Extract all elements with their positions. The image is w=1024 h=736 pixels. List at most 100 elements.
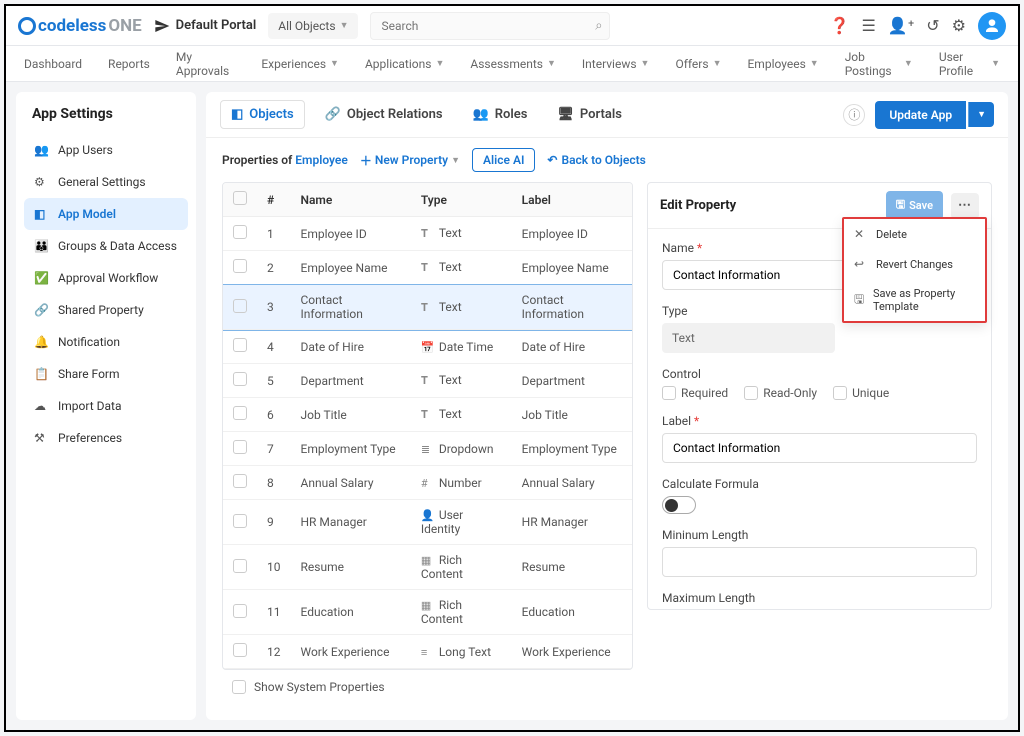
menu-save-as-property-template[interactable]: 🖫Save as Property Template xyxy=(844,279,985,321)
table-row[interactable]: 3Contact Information𝐓TextContact Informa… xyxy=(223,285,632,330)
search-box: ⌕ xyxy=(370,12,610,40)
type-readonly: Text xyxy=(662,323,835,353)
sidebar-item-groups-data-access[interactable]: 👪Groups & Data Access xyxy=(24,230,188,262)
link-icon: 🔗 xyxy=(325,107,341,122)
sidebar-item-preferences[interactable]: ⚒Preferences xyxy=(24,422,188,454)
control-unique[interactable]: Unique xyxy=(833,386,889,400)
settings-icon[interactable]: ⚙ xyxy=(952,16,966,35)
show-sys-checkbox[interactable] xyxy=(232,680,246,694)
table-row[interactable]: 7Employment Type≣DropdownEmployment Type xyxy=(223,432,632,466)
undo-icon: ↩ xyxy=(854,257,868,271)
row-checkbox[interactable] xyxy=(233,474,247,488)
row-checkbox[interactable] xyxy=(233,604,247,618)
help-icon[interactable]: ❓ xyxy=(830,16,850,35)
tab-roles[interactable]: 👥Roles xyxy=(463,100,538,129)
row-checkbox[interactable] xyxy=(233,440,247,454)
table-row[interactable]: 12Work Experience≡Long TextWork Experien… xyxy=(223,635,632,669)
tab-object-relations[interactable]: 🔗Object Relations xyxy=(315,100,453,129)
info-icon[interactable]: ⓘ xyxy=(843,104,865,126)
cloud-up-icon: ☁ xyxy=(34,399,50,413)
table-row[interactable]: 9HR Manager👤User IdentityHR Manager xyxy=(223,500,632,545)
table-row[interactable]: 11Education▦Rich ContentEducation xyxy=(223,590,632,635)
nav-reports[interactable]: Reports xyxy=(108,57,150,71)
table-row[interactable]: 8Annual Salary#NumberAnnual Salary xyxy=(223,466,632,500)
tab-portals[interactable]: 🖥Portals xyxy=(547,100,632,129)
save-button[interactable]: 🖫 Save xyxy=(886,191,943,220)
table-row[interactable]: 6Job Title𝐓TextJob Title xyxy=(223,398,632,432)
type-icon: ▦ xyxy=(421,554,435,567)
object-filter-select[interactable]: All Objects ▼ xyxy=(268,13,358,39)
min-length-input[interactable] xyxy=(662,547,977,577)
more-actions-menu: ✕Delete↩Revert Changes🖫Save as Property … xyxy=(842,217,987,323)
row-checkbox[interactable] xyxy=(233,406,247,420)
nav-offers[interactable]: Offers▼ xyxy=(675,57,721,71)
navbar: Dashboard Reports My Approvals Experiences▼… xyxy=(6,46,1018,82)
nav-experiences[interactable]: Experiences▼ xyxy=(261,57,339,71)
nav-my-approvals[interactable]: My Approvals xyxy=(176,50,235,78)
row-checkbox[interactable] xyxy=(233,225,247,239)
update-app-dropdown[interactable]: ▼ xyxy=(968,102,994,127)
table-row[interactable]: 2Employee Name𝐓TextEmployee Name xyxy=(223,251,632,285)
gear-icon: ⚙ xyxy=(34,175,50,189)
row-checkbox[interactable] xyxy=(233,372,247,386)
menu-delete[interactable]: ✕Delete xyxy=(844,219,985,249)
formula-toggle[interactable] xyxy=(662,496,696,514)
type-icon: ▦ xyxy=(421,599,435,612)
stack-icon[interactable]: ☰ xyxy=(862,16,876,35)
sidebar-item-notification[interactable]: 🔔Notification xyxy=(24,326,188,358)
row-checkbox[interactable] xyxy=(233,643,247,657)
control-required[interactable]: Required xyxy=(662,386,728,400)
back-to-objects-button[interactable]: ↶ Back to Objects xyxy=(547,153,645,167)
control-readonly[interactable]: Read-Only xyxy=(744,386,817,400)
label-input[interactable] xyxy=(662,433,977,463)
sidebar-item-import-data[interactable]: ☁Import Data xyxy=(24,390,188,422)
nav-assessments[interactable]: Assessments▼ xyxy=(470,57,556,71)
tab-objects[interactable]: ◧Objects xyxy=(220,100,305,129)
topbar: codelessONE Default Portal All Objects ▼… xyxy=(6,6,1018,46)
table-row[interactable]: 4Date of Hire📅Date TimeDate of Hire xyxy=(223,330,632,364)
search-input[interactable] xyxy=(370,12,610,40)
row-checkbox[interactable] xyxy=(233,559,247,573)
avatar[interactable] xyxy=(978,12,1006,40)
row-checkbox[interactable] xyxy=(233,299,247,313)
nav-employees[interactable]: Employees▼ xyxy=(747,57,818,71)
sidebar-title: App Settings xyxy=(24,106,188,134)
table-row[interactable]: 1Employee ID𝐓TextEmployee ID xyxy=(223,217,632,251)
more-actions-button[interactable]: ⋯ xyxy=(951,193,979,219)
alice-ai-button[interactable]: Alice AI xyxy=(472,148,535,172)
sidebar-item-shared-property[interactable]: 🔗Shared Property xyxy=(24,294,188,326)
type-icon: # xyxy=(421,477,435,490)
row-checkbox[interactable] xyxy=(233,259,247,273)
table-row[interactable]: 5Department𝐓TextDepartment xyxy=(223,364,632,398)
min-length-label: Mininum Length xyxy=(662,528,977,542)
new-property-button[interactable]: ＋ New Property ▼ xyxy=(360,152,460,169)
nav-job-postings[interactable]: Job Postings▼ xyxy=(845,50,913,78)
sidebar-item-approval-workflow[interactable]: ✅Approval Workflow xyxy=(24,262,188,294)
caret-down-icon: ▼ xyxy=(340,20,349,31)
sidebar-item-app-model[interactable]: ◧App Model xyxy=(24,198,188,230)
row-checkbox[interactable] xyxy=(233,514,247,528)
nav-interviews[interactable]: Interviews▼ xyxy=(582,57,650,71)
update-app-button[interactable]: Update App xyxy=(875,101,966,129)
row-checkbox[interactable] xyxy=(233,338,247,352)
nav-dashboard[interactable]: Dashboard xyxy=(24,57,82,71)
sidebar-item-general-settings[interactable]: ⚙General Settings xyxy=(24,166,188,198)
menu-revert-changes[interactable]: ↩Revert Changes xyxy=(844,249,985,279)
sidebar-item-app-users[interactable]: 👥App Users xyxy=(24,134,188,166)
sidebar-item-share-form[interactable]: 📋Share Form xyxy=(24,358,188,390)
nav-user-profile[interactable]: User Profile▼ xyxy=(939,50,1000,78)
nav-applications[interactable]: Applications▼ xyxy=(365,57,444,71)
type-icon: 𝐓 xyxy=(421,374,435,388)
user-add-icon[interactable]: 👤⁺ xyxy=(888,16,914,35)
cube-icon: ◧ xyxy=(231,107,243,122)
users-icon: 👥 xyxy=(34,143,50,157)
portal-selector[interactable]: Default Portal xyxy=(154,18,257,34)
content: ◧Objects🔗Object Relations👥Roles🖥Portals … xyxy=(206,92,1008,720)
show-system-properties[interactable]: Show System Properties xyxy=(222,670,633,704)
formula-label: Calculate Formula xyxy=(662,477,977,491)
select-all-checkbox[interactable] xyxy=(233,191,247,205)
control-label: Control xyxy=(662,367,977,381)
subheader: Properties of Employee ＋ New Property ▼ … xyxy=(206,138,1008,182)
history-icon[interactable]: ↺ xyxy=(926,16,939,35)
table-row[interactable]: 10Resume▦Rich ContentResume xyxy=(223,545,632,590)
